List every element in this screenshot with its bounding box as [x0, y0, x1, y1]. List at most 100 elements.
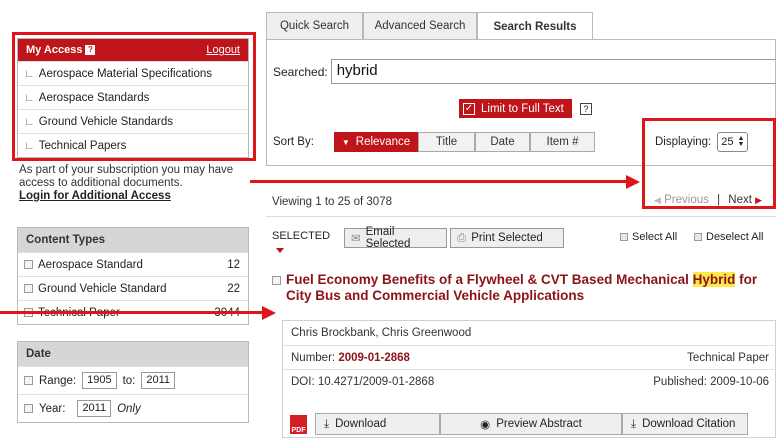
document-number: 2009-01-2868 — [338, 351, 410, 364]
selected-dropdown-icon[interactable] — [276, 248, 284, 253]
date-heading: Date — [18, 342, 248, 366]
displaying-select[interactable]: 25 ▲ ▼ — [717, 132, 749, 152]
highlighted-term: Hybrid — [692, 272, 736, 287]
print-selected-button[interactable]: ⎙ Print Selected — [450, 228, 564, 248]
title-text: Fuel Economy Benefits of a Flywheel & CV… — [286, 272, 693, 287]
download-button[interactable]: ⤓ Download — [315, 413, 440, 435]
searched-row: Searched: hybrid — [273, 59, 776, 84]
facet-row-aerospace-standard[interactable]: Aerospace Standard 12 — [18, 252, 248, 276]
document-type: Technical Paper — [687, 351, 769, 364]
year-input[interactable]: 2011 — [77, 400, 112, 417]
access-item-label: Aerospace Standards — [38, 91, 150, 104]
limit-full-text-toggle[interactable]: ✓ Limit to Full Text — [459, 99, 572, 118]
printer-icon: ⎙ — [457, 231, 467, 244]
download-arrow-icon: ⤓ — [631, 417, 637, 430]
facet-row-left: Ground Vehicle Standard — [24, 283, 167, 295]
my-access-title-wrap: My Access? — [26, 44, 96, 56]
login-link[interactable]: Login for Additional Access — [19, 190, 171, 202]
checkbox-icon — [620, 233, 628, 241]
result-authors: Chris Brockbank, Chris Greenwood — [283, 321, 776, 345]
previous-link[interactable]: Previous — [664, 194, 709, 206]
checkbox[interactable] — [24, 404, 33, 413]
my-access-panel: My Access? Logout ∟ Aerospace Material Sp… — [17, 38, 249, 158]
limit-label: Limit to Full Text — [481, 102, 564, 115]
sort-relevance[interactable]: ▼ Relevance — [334, 132, 418, 152]
envelope-icon: ✉ — [351, 233, 361, 245]
email-selected-button[interactable]: ✉ Email Selected — [344, 226, 447, 250]
result-checkbox[interactable] — [272, 276, 281, 285]
tree-branch-icon: ∟ — [24, 91, 35, 104]
facet-count: 12 — [227, 258, 240, 271]
sort-options: ▼ Relevance Title Date Item # — [334, 132, 595, 152]
range-to-input[interactable]: 2011 — [141, 372, 176, 389]
year-label: Year: — [39, 402, 66, 415]
logout-link[interactable]: Logout — [206, 44, 240, 56]
displaying-value: 25 — [721, 136, 734, 148]
help-icon[interactable]: ? — [579, 102, 592, 115]
tab-search-results[interactable]: Search Results — [477, 12, 593, 40]
left-sidebar: My Access? Logout ∟ Aerospace Material Sp… — [17, 38, 249, 423]
access-item-ground-vehicle[interactable]: ∟ Ground Vehicle Standards — [18, 109, 248, 133]
download-label: Download — [335, 418, 387, 430]
sort-date[interactable]: Date — [475, 132, 530, 152]
access-item-aerospace-standards[interactable]: ∟ Aerospace Standards — [18, 85, 248, 109]
tab-advanced-search[interactable]: Advanced Search — [363, 12, 477, 39]
chevron-left-icon: ◀ — [654, 195, 661, 205]
pdf-icon: PDF — [290, 414, 307, 434]
access-item-ams[interactable]: ∟ Aerospace Material Specifications — [18, 61, 248, 85]
viewing-count: Viewing 1 to 25 of 3078 — [272, 196, 392, 208]
limit-row: ✓ Limit to Full Text ? — [459, 99, 592, 118]
tree-branch-icon: ∟ — [24, 67, 35, 80]
download-citation-label: Download Citation — [642, 418, 736, 430]
eye-icon: ◉ — [480, 419, 491, 431]
divider — [266, 216, 776, 217]
access-note: As part of your subscription you may hav… — [17, 158, 249, 211]
access-item-label: Ground Vehicle Standards — [38, 115, 174, 128]
content-types-heading: Content Types — [18, 228, 248, 252]
next-link[interactable]: Next — [728, 194, 752, 206]
result-actions: PDF ⤓ Download ◉ Preview Abstract ⤓ Downloa… — [290, 413, 748, 435]
download-citation-button[interactable]: ⤓ Download Citation — [622, 413, 748, 435]
displaying-label: Displaying: — [655, 136, 712, 148]
range-from-input[interactable]: 1905 — [82, 372, 117, 389]
select-all-link[interactable]: Select All — [620, 231, 677, 243]
search-input[interactable]: hybrid — [330, 59, 776, 84]
result-title-link[interactable]: Fuel Economy Benefits of a Flywheel & CV… — [282, 272, 776, 304]
number-wrap: Number: 2009-01-2868 — [291, 352, 410, 364]
searched-label: Searched: — [273, 64, 328, 79]
access-item-label: Aerospace Material Specifications — [38, 67, 213, 80]
annotation-arrowhead-icon — [262, 306, 276, 320]
sort-item-number[interactable]: Item # — [530, 132, 595, 152]
displaying-control: Displaying: 25 ▲ ▼ — [655, 132, 749, 152]
my-access-title: My Access — [26, 44, 83, 56]
help-icon[interactable]: ? — [85, 45, 96, 56]
access-note-text: As part of your subscription you may hav… — [19, 164, 234, 189]
deselect-all-link[interactable]: Deselect All — [694, 231, 763, 243]
sort-title[interactable]: Title — [418, 132, 475, 152]
date-facet: Date Range: 1905 to: 2011 Year: 2011 Onl… — [17, 341, 249, 423]
date-range-row: Range: 1905 to: 2011 — [18, 366, 248, 394]
email-selected-label: Email Selected — [365, 226, 411, 250]
print-selected-label: Print Selected — [471, 232, 543, 244]
pager-separator: | — [717, 194, 721, 206]
facet-label: Ground Vehicle Standard — [38, 282, 167, 295]
preview-abstract-label: Preview Abstract — [496, 418, 582, 430]
my-access-header: My Access? Logout — [18, 39, 248, 61]
tab-quick-search[interactable]: Quick Search — [266, 12, 363, 39]
tree-branch-icon: ∟ — [24, 115, 35, 128]
stepper-arrows-icon: ▲ ▼ — [737, 135, 745, 148]
checkbox[interactable] — [24, 376, 33, 385]
download-arrow-icon: ⤓ — [324, 417, 330, 430]
checkmark-icon: ✓ — [463, 102, 475, 115]
checkbox[interactable] — [24, 284, 33, 293]
preview-abstract-button[interactable]: ◉ Preview Abstract — [440, 413, 622, 435]
facet-row-ground-vehicle-standard[interactable]: Ground Vehicle Standard 22 — [18, 276, 248, 300]
number-label: Number: — [291, 351, 336, 364]
select-all-label: Select All — [632, 231, 678, 243]
facet-row-left: Aerospace Standard — [24, 259, 143, 271]
to-label: to: — [122, 374, 136, 387]
result-doi-row: DOI: 10.4271/2009-01-2868 Published: 200… — [283, 369, 776, 393]
checkbox[interactable] — [24, 260, 33, 269]
access-item-technical-papers[interactable]: ∟ Technical Papers — [18, 133, 248, 157]
only-label: Only — [117, 402, 141, 415]
